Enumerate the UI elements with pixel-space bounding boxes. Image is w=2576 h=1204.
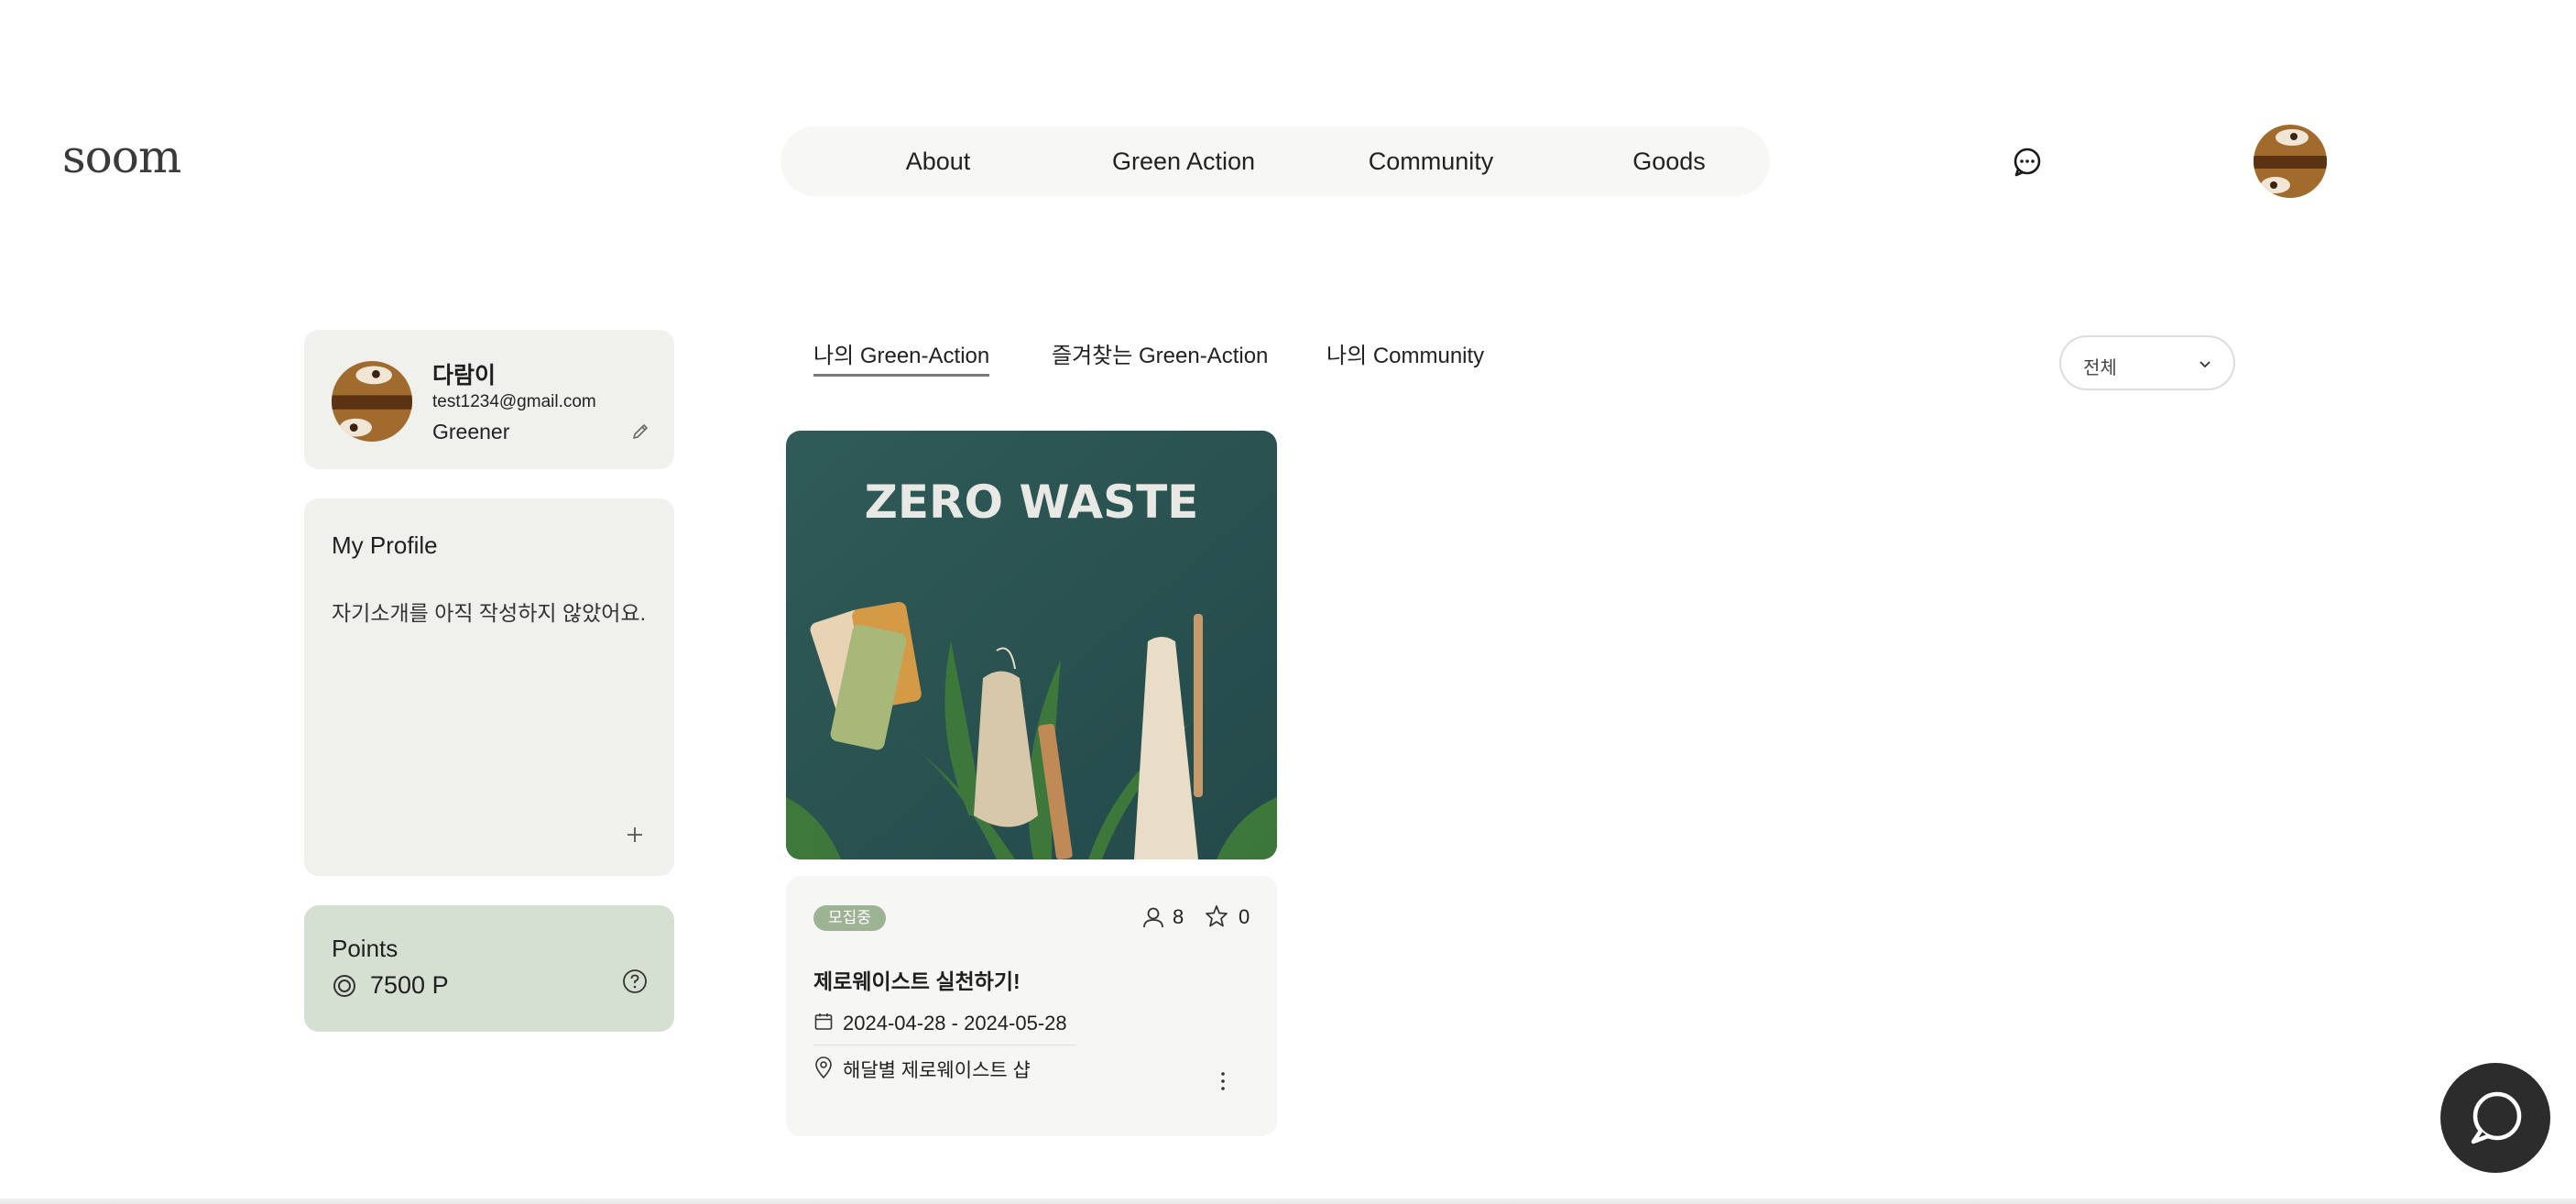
filter-selected-value: 전체: [2083, 358, 2117, 378]
action-card-image[interactable]: ZERO WASTE: [786, 431, 1277, 859]
bottom-border: [0, 1199, 2576, 1204]
chat-bubble-icon[interactable]: [2012, 147, 2043, 178]
calendar-icon: [813, 1012, 834, 1032]
participant-count: 8: [1173, 905, 1184, 928]
user-grade: Greener: [432, 420, 510, 443]
tab-my-community[interactable]: 나의 Community: [1326, 337, 1484, 369]
location-pin-icon: [813, 1056, 834, 1079]
action-card[interactable]: 모집중 8 0 제로웨이스트 실천하기! 2024-04-28 - 2024-0…: [786, 876, 1277, 1136]
profile-card: My Profile 자기소개를 아직 작성하지 않았어요.: [304, 498, 674, 876]
user-email: test1234@gmail.com: [432, 392, 596, 411]
star-count: 0: [1239, 905, 1250, 928]
active-tab-indicator: [813, 374, 989, 377]
nav-green-action[interactable]: Green Action: [1074, 126, 1293, 196]
chevron-down-icon: [2197, 356, 2213, 372]
logo[interactable]: soom: [62, 130, 181, 183]
points-card: Points 7500 P: [304, 905, 674, 1032]
user-avatar: [332, 361, 412, 442]
profile-avatar[interactable]: [2254, 125, 2327, 198]
plus-icon[interactable]: [625, 825, 645, 845]
profile-title: My Profile: [332, 531, 438, 559]
person-icon: [1141, 905, 1165, 929]
action-place: 해달별 제로웨이스트 샵: [843, 1060, 1031, 1081]
points-value: 7500 P: [370, 971, 449, 999]
user-card: 다람이 test1234@gmail.com Greener: [304, 330, 674, 469]
pencil-icon[interactable]: [630, 421, 650, 442]
image-text: ZERO WASTE: [865, 476, 1199, 529]
coin-icon: [332, 973, 357, 999]
main-nav: About Green Action Community Goods: [780, 126, 1770, 196]
chat-fab-button[interactable]: [2440, 1063, 2550, 1173]
nav-about[interactable]: About: [846, 126, 1030, 196]
tab-favorite-green-action[interactable]: 즐겨찾는 Green-Action: [1052, 337, 1268, 369]
tab-my-green-action[interactable]: 나의 Green-Action: [813, 337, 989, 369]
action-date: 2024-04-28 - 2024-05-28: [843, 1012, 1067, 1034]
star-icon[interactable]: [1204, 903, 1229, 929]
more-vertical-icon[interactable]: [1218, 1068, 1228, 1094]
nav-goods[interactable]: Goods: [1577, 126, 1761, 196]
chat-bubble-icon: [2471, 1091, 2522, 1144]
filter-select[interactable]: 전체: [2059, 335, 2235, 390]
nav-community[interactable]: Community: [1330, 126, 1532, 196]
profile-intro: 자기소개를 아직 작성하지 않았어요.: [332, 601, 646, 625]
points-title: Points: [332, 935, 398, 962]
action-title: 제로웨이스트 실천하기!: [813, 969, 1021, 993]
question-circle-icon[interactable]: [621, 968, 649, 995]
user-name: 다람이: [432, 363, 497, 389]
status-badge: 모집중: [813, 905, 886, 931]
